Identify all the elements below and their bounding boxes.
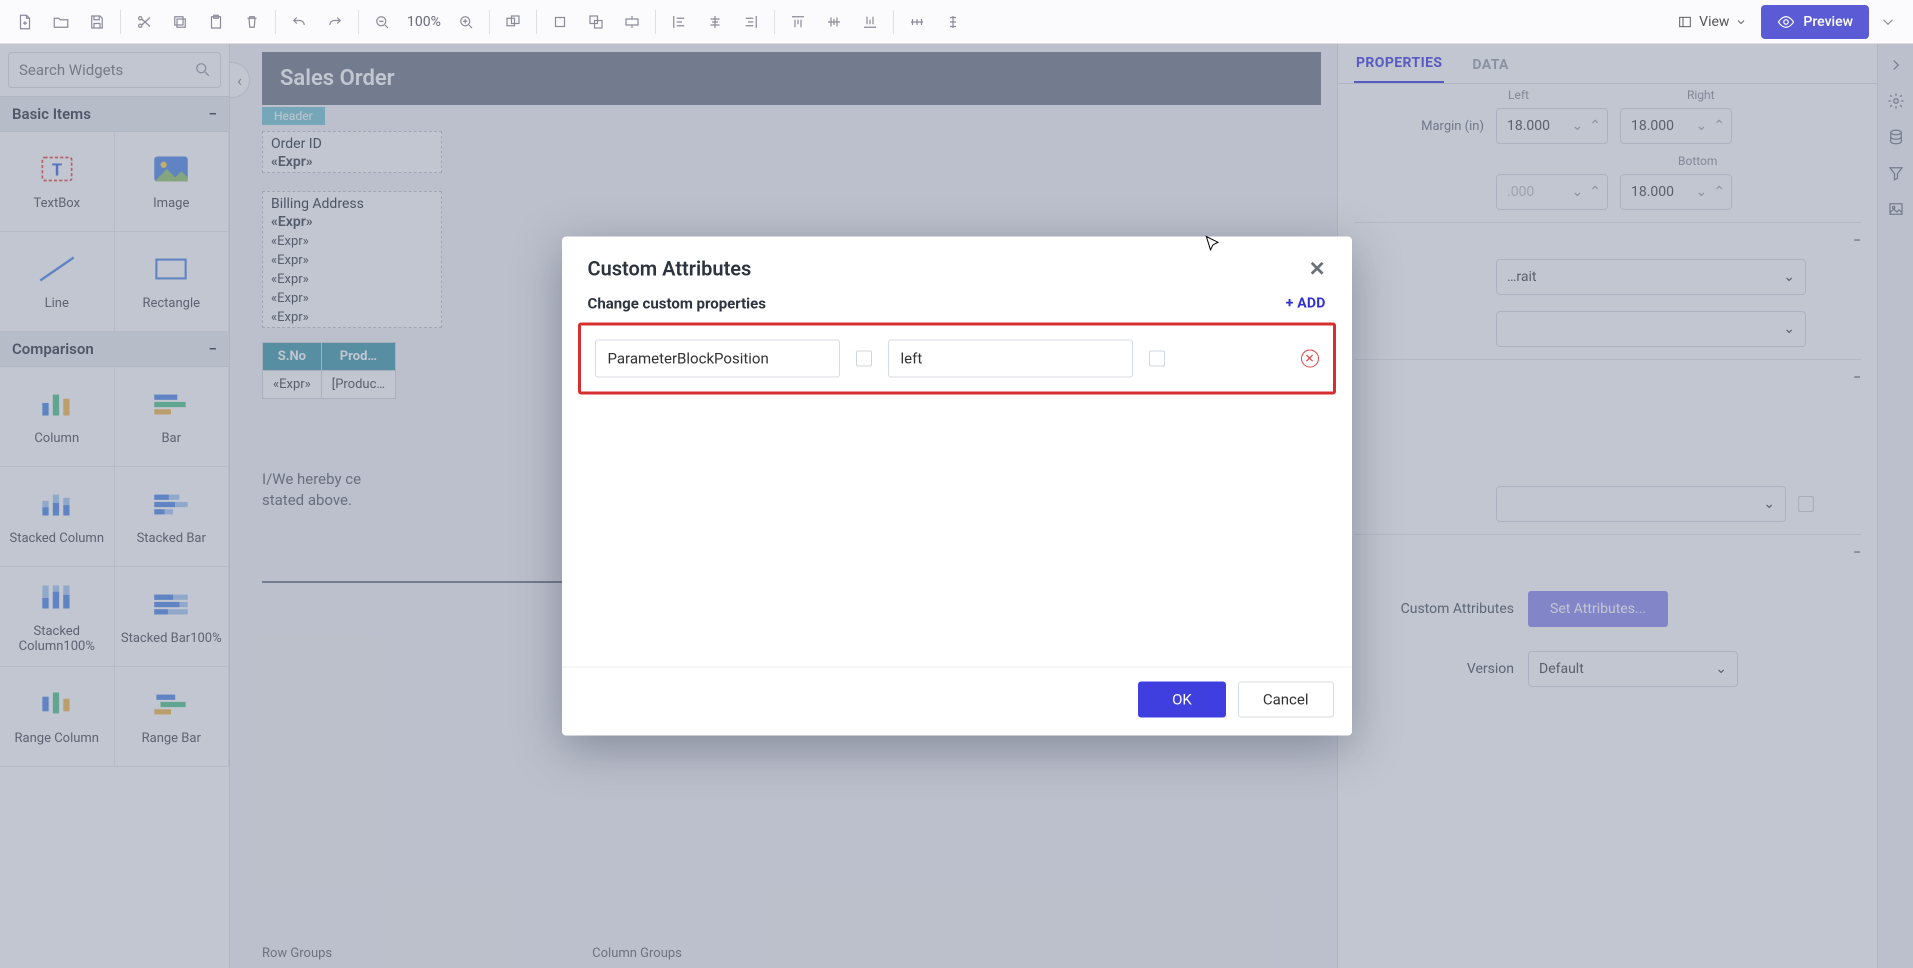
attribute-key-input[interactable] [595, 340, 840, 378]
preview-label: Preview [1803, 14, 1853, 30]
paste-icon[interactable] [199, 5, 233, 39]
order-back-icon[interactable] [615, 5, 649, 39]
cancel-button[interactable]: Cancel [1238, 682, 1334, 718]
remove-attribute-icon[interactable]: ✕ [1301, 350, 1319, 368]
attribute-value-input[interactable] [888, 340, 1133, 378]
view-dropdown[interactable]: View [1665, 5, 1759, 39]
align-bottom-icon[interactable] [853, 5, 887, 39]
dialog-subtitle: Change custom properties [588, 295, 766, 313]
attribute-row-highlight: ✕ [578, 323, 1336, 395]
view-label: View [1699, 14, 1729, 30]
attribute-key-checkbox[interactable] [856, 351, 872, 367]
custom-attributes-dialog: Custom Attributes ✕ Change custom proper… [562, 237, 1352, 736]
copy-icon[interactable] [163, 5, 197, 39]
open-icon[interactable] [44, 5, 78, 39]
zoom-level: 100% [401, 14, 447, 30]
preview-caret-icon[interactable] [1871, 5, 1905, 39]
zoom-out-icon[interactable] [365, 5, 399, 39]
attribute-row: ✕ [595, 340, 1319, 378]
main-area: Basic Items − T TextBox Image Line Recta… [0, 44, 1913, 968]
redo-icon[interactable] [318, 5, 352, 39]
align-left-icon[interactable] [662, 5, 696, 39]
align-center-icon[interactable] [698, 5, 732, 39]
cut-icon[interactable] [127, 5, 161, 39]
new-file-icon[interactable] [8, 5, 42, 39]
add-attribute-button[interactable]: + ADD [1286, 296, 1326, 312]
order-front-icon[interactable] [543, 5, 577, 39]
ok-button[interactable]: OK [1138, 682, 1226, 718]
close-icon[interactable]: ✕ [1309, 257, 1326, 281]
dialog-title: Custom Attributes [588, 257, 752, 281]
delete-icon[interactable] [235, 5, 269, 39]
align-top-icon[interactable] [781, 5, 815, 39]
group-icon[interactable] [496, 5, 530, 39]
align-right-icon[interactable] [734, 5, 768, 39]
order-forward-icon[interactable] [579, 5, 613, 39]
align-middle-icon[interactable] [817, 5, 851, 39]
dist-v-icon[interactable] [936, 5, 970, 39]
dist-h-icon[interactable] [900, 5, 934, 39]
attribute-value-checkbox[interactable] [1149, 351, 1165, 367]
zoom-in-icon[interactable] [449, 5, 483, 39]
save-icon[interactable] [80, 5, 114, 39]
top-toolbar: 100% View Preview [0, 0, 1913, 44]
undo-icon[interactable] [282, 5, 316, 39]
preview-button[interactable]: Preview [1761, 5, 1869, 39]
